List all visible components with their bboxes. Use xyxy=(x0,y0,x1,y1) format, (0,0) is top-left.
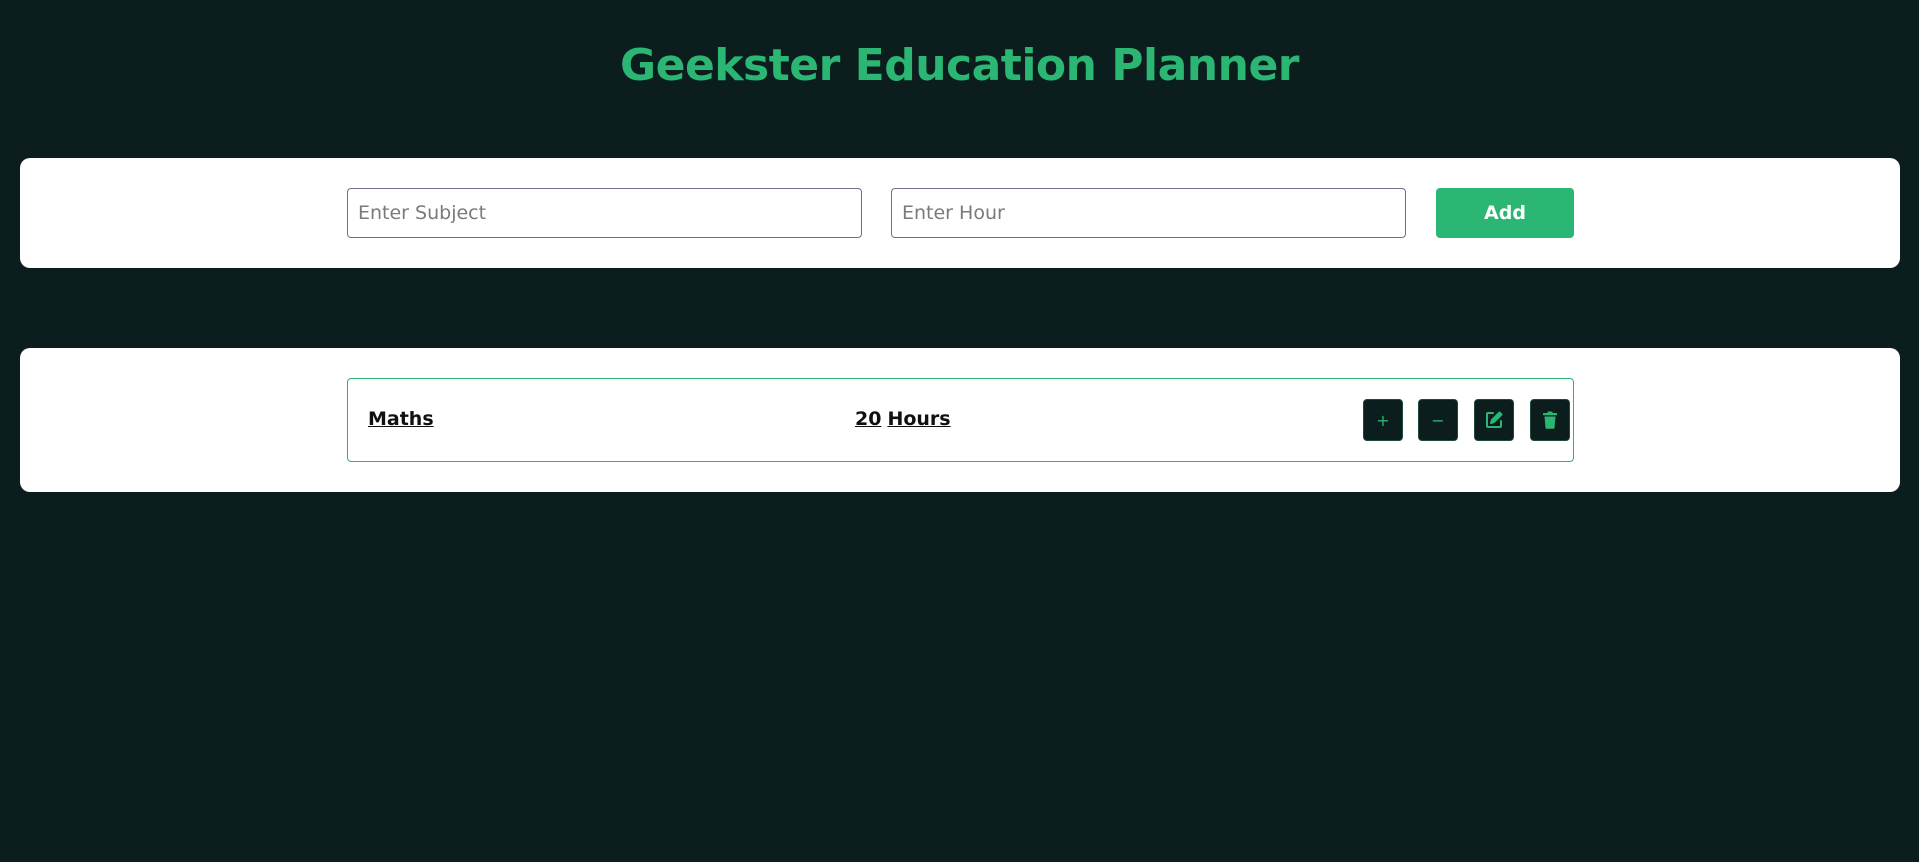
hour-input[interactable] xyxy=(891,188,1406,238)
decrease-hours-button[interactable]: − xyxy=(1418,399,1458,441)
minus-icon: − xyxy=(1431,410,1445,430)
list-item: Maths 20 Hours + − xyxy=(347,378,1574,462)
hours-value: 20 Hours xyxy=(855,407,951,431)
edit-icon xyxy=(1484,410,1504,430)
add-subject-form: Add xyxy=(20,158,1900,268)
increase-hours-button[interactable]: + xyxy=(1363,399,1403,441)
page-title: Geekster Education Planner xyxy=(620,40,1300,91)
subject-name: Maths xyxy=(368,408,434,430)
delete-button[interactable] xyxy=(1530,399,1570,441)
edit-button[interactable] xyxy=(1474,399,1514,441)
subject-input[interactable] xyxy=(347,188,862,238)
planner-list: Maths 20 Hours + − xyxy=(20,348,1900,492)
hours-number: 20 xyxy=(855,408,882,430)
trash-icon xyxy=(1542,411,1558,429)
plus-icon: + xyxy=(1376,410,1390,430)
hours-unit: Hours xyxy=(887,408,951,430)
add-button[interactable]: Add xyxy=(1436,188,1574,238)
